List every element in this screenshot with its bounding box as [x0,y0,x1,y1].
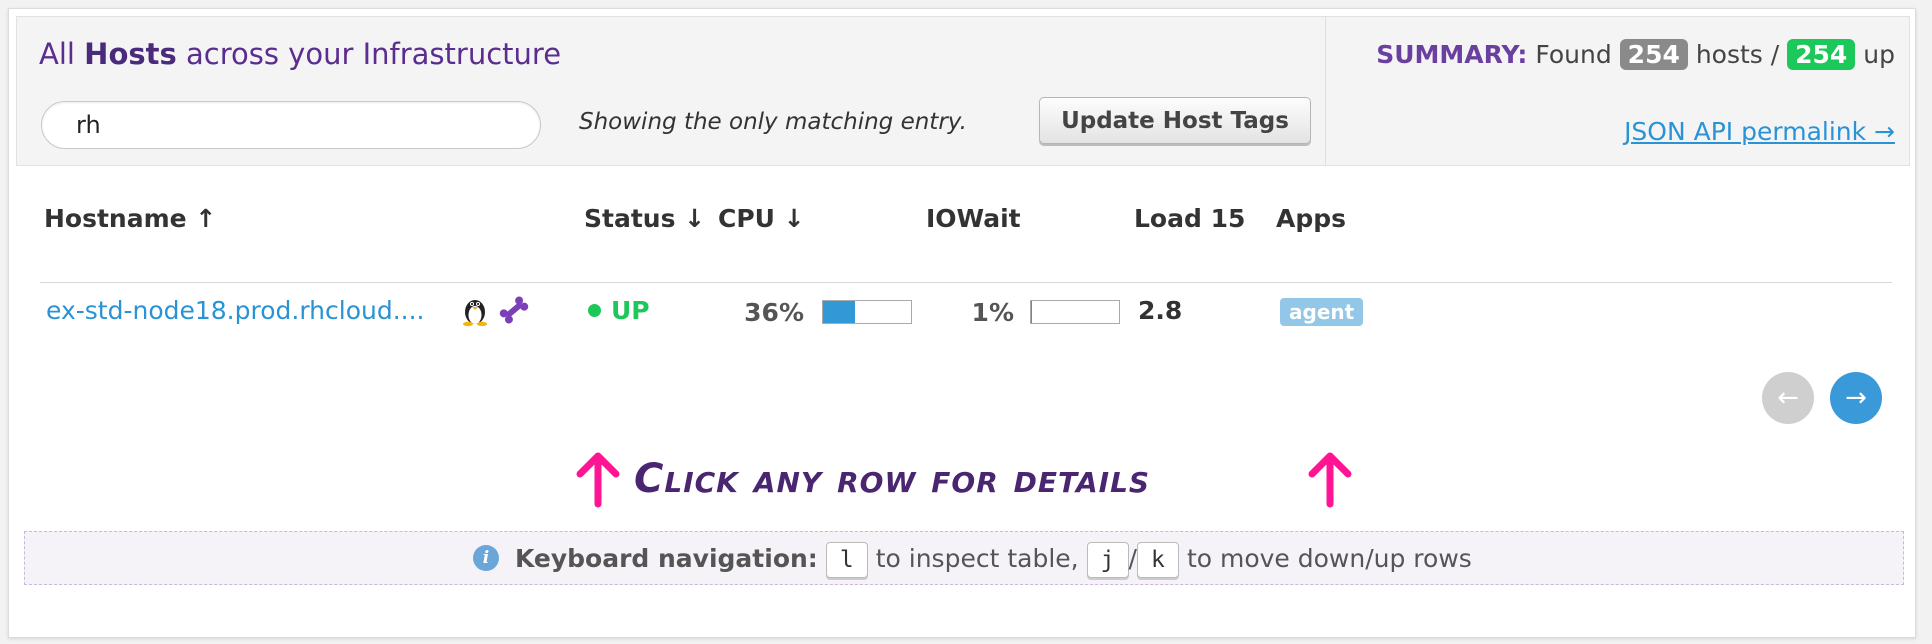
header-divider [1325,17,1326,165]
header-bar: All Hosts across your Infrastructure Sho… [16,16,1910,166]
callout-text: Click any row for details [634,456,1151,502]
arrow-up-right-icon [1308,452,1352,508]
hostname-link[interactable]: ex-std-node18.prod.rhcloud.... [46,296,425,325]
key-l: l [825,542,868,578]
col-iowait[interactable]: IOWait [926,204,1021,233]
table-header-divider [40,282,1892,283]
match-count-text: Showing the only matching entry. [579,109,967,135]
status-dot-icon [588,303,601,317]
info-icon: i [473,545,499,571]
total-hosts-badge: 254 [1619,39,1688,70]
arrow-up-left-icon [576,452,620,508]
next-page-button[interactable]: → [1830,372,1882,424]
iowait-bar-fill [1031,301,1032,323]
key-j: j [1086,542,1129,578]
key-k: k [1136,542,1179,578]
bone-icon [499,296,529,324]
app-badge-agent[interactable]: agent [1280,298,1364,326]
cpu-percent: 36% [744,298,804,327]
load15-value: 2.8 [1138,296,1183,325]
col-status[interactable]: Status ↓ [584,204,705,233]
keyboard-label: Keyboard navigation: [514,544,818,573]
host-search-input[interactable] [41,101,541,149]
summary-label: SUMMARY: [1376,40,1528,69]
col-apps[interactable]: Apps [1276,204,1346,233]
col-load15[interactable]: Load 15 [1134,204,1245,233]
summary: SUMMARY: Found 254 hosts / 254 up [1376,39,1895,70]
iowait-percent: 1% [971,298,1014,327]
iowait-bar [1030,300,1120,324]
keyboard-navigation-hint: i Keyboard navigation: l to inspect tabl… [24,531,1904,585]
col-cpu[interactable]: CPU ↓ [718,204,805,233]
cpu-bar-fill [823,301,855,323]
page-title: All Hosts across your Infrastructure [39,37,562,71]
status-indicator: UP [588,296,650,325]
update-host-tags-button[interactable]: Update Host Tags [1039,97,1311,144]
row-details-callout: Click any row for details [574,450,1364,510]
up-hosts-badge: 254 [1787,39,1856,70]
prev-page-button[interactable]: ← [1762,372,1814,424]
linux-tux-icon [463,300,487,326]
page-title-bold: Hosts [84,37,177,71]
json-api-permalink[interactable]: JSON API permalink → [1624,117,1895,146]
col-hostname[interactable]: Hostname ↑ [44,204,216,233]
cpu-bar [822,300,912,324]
